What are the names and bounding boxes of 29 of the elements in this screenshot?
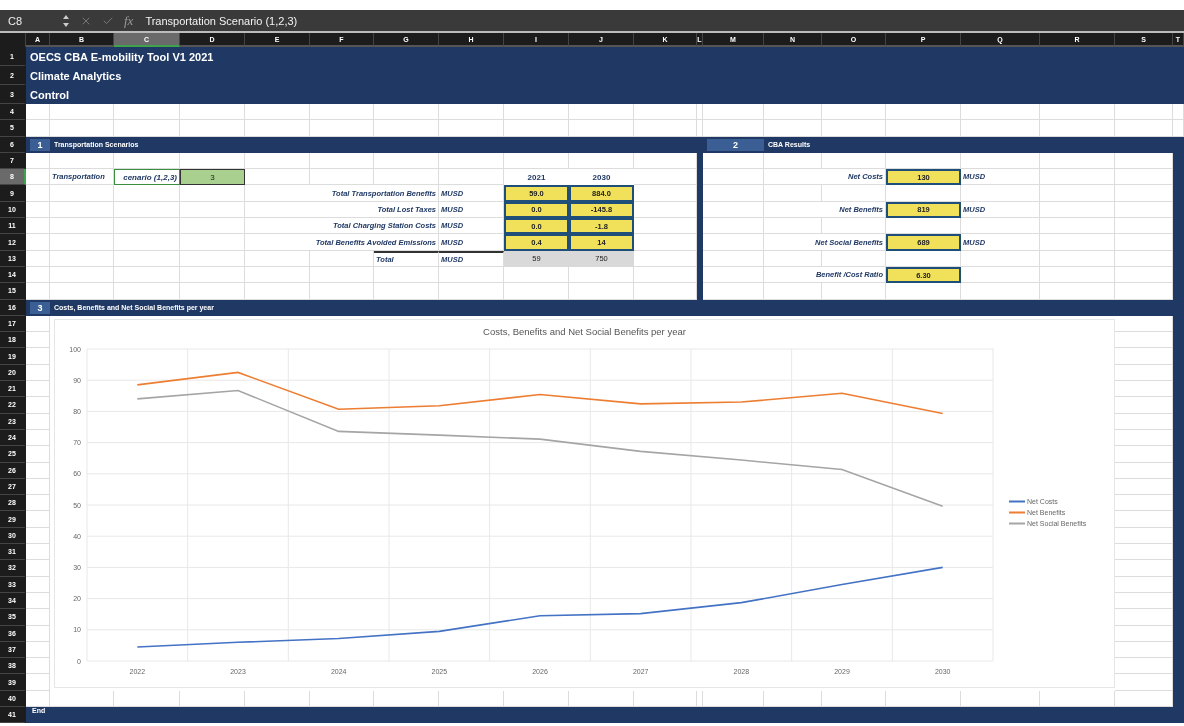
empty-cell[interactable] bbox=[703, 234, 764, 251]
title-text: OECS CBA E-mobility Tool V1 2021 bbox=[29, 49, 215, 65]
title-text: Climate Analytics bbox=[29, 68, 123, 84]
empty-cell[interactable] bbox=[1115, 446, 1173, 463]
empty-cell[interactable] bbox=[1115, 397, 1173, 414]
title-text: Control bbox=[29, 87, 71, 103]
year-header: 2021 bbox=[526, 171, 547, 184]
empty-cell[interactable] bbox=[1115, 544, 1173, 561]
chart-title: Costs, Benefits and Net Social Benefits per year bbox=[483, 324, 686, 339]
function-label[interactable]: fx bbox=[124, 12, 134, 29]
empty-cell[interactable] bbox=[1115, 332, 1173, 349]
formula-text[interactable]: Transportation Scenario (1,2,3) bbox=[145, 14, 298, 27]
empty-cell[interactable] bbox=[634, 169, 697, 186]
year-header: 2030 bbox=[591, 171, 612, 184]
empty-cell[interactable] bbox=[1115, 658, 1173, 675]
empty-cell[interactable] bbox=[1115, 381, 1173, 398]
empty-cell[interactable] bbox=[1115, 674, 1173, 691]
empty-cell[interactable] bbox=[1115, 495, 1173, 512]
empty-cell[interactable] bbox=[1115, 609, 1173, 626]
empty-cell[interactable] bbox=[1115, 511, 1173, 528]
name-box[interactable]: C8 bbox=[8, 14, 52, 27]
empty-cell[interactable] bbox=[703, 169, 764, 186]
empty-cell[interactable] bbox=[697, 690, 703, 707]
stepper-icon[interactable] bbox=[62, 13, 70, 28]
empty-cell[interactable] bbox=[1115, 560, 1173, 577]
selected-cell[interactable]: cenario (1,2,3) bbox=[114, 169, 180, 186]
select-all-corner[interactable] bbox=[0, 33, 26, 47]
scenario-value-cell[interactable]: 3 bbox=[180, 169, 245, 186]
empty-cell[interactable] bbox=[1115, 348, 1173, 365]
